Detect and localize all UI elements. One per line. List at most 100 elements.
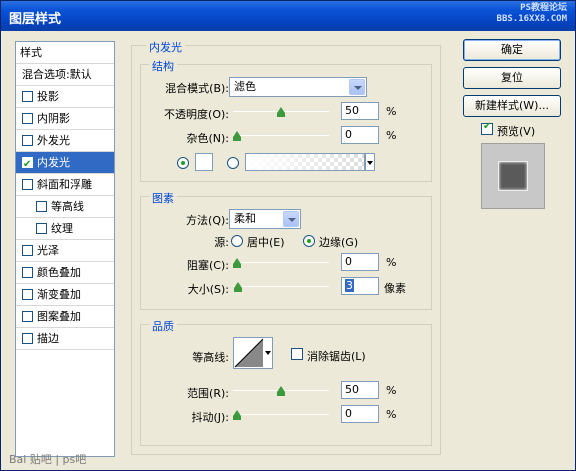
opacity-input[interactable]: 50 xyxy=(341,102,379,120)
range-slider-thumb[interactable] xyxy=(277,386,285,396)
watermark: PS教程论坛 BBS.16XX8.COM xyxy=(497,3,567,25)
sidebar-item[interactable]: 渐变叠加 xyxy=(16,284,114,306)
antialias-checkbox[interactable] xyxy=(291,348,303,360)
jitter-slider-thumb[interactable] xyxy=(233,410,241,420)
opacity-slider[interactable] xyxy=(233,107,329,117)
range-input[interactable]: 50 xyxy=(341,381,379,399)
noise-label: 杂色(N): xyxy=(186,132,229,145)
choke-slider-track xyxy=(233,262,329,263)
glow-color-swatch[interactable] xyxy=(195,153,213,171)
layer-style-dialog: 图层样式 PS教程论坛 BBS.16XX8.COM 样式 混合选项:默认投影 内阴… xyxy=(0,0,576,471)
size-slider-thumb[interactable] xyxy=(234,282,242,292)
antialias-label[interactable]: 消除锯齿(L) xyxy=(307,348,366,364)
choke-input[interactable]: 0 xyxy=(341,253,379,271)
jitter-slider[interactable] xyxy=(233,410,329,420)
sidebar-item-checkbox[interactable] xyxy=(22,134,33,146)
noise-input[interactable]: 0 xyxy=(341,126,379,144)
jitter-unit: % xyxy=(386,408,397,421)
sidebar-item-checkbox[interactable] xyxy=(22,90,33,102)
source-center-radio[interactable] xyxy=(231,235,243,247)
contour-label: 等高线: xyxy=(192,351,229,364)
choke-slider-thumb[interactable] xyxy=(233,258,241,268)
sidebar-item[interactable]: 斜面和浮雕 xyxy=(16,174,114,196)
sidebar-item-label: 内发光 xyxy=(37,156,70,169)
sidebar-item-label: 描边 xyxy=(37,332,59,345)
opacity-label: 不透明度(O): xyxy=(164,108,229,121)
chevron-down-icon xyxy=(265,351,271,355)
sidebar-item[interactable]: 内发光 xyxy=(16,152,114,176)
preview-checkbox[interactable]: ✔ xyxy=(481,121,493,135)
elements-group: 图素 方法(Q): 柔和 源: 居中(E) 边缘(G) 阻塞(C): 0 % 大… xyxy=(140,190,432,310)
blend-mode-label: 混合模式(B): xyxy=(165,82,229,95)
style-list: 样式 混合选项:默认投影内阴影外发光内发光斜面和浮雕等高线纹理光泽颜色叠加渐变叠… xyxy=(15,41,115,457)
quality-group: 品质 等高线: 消除锯齿(L) 范围(R): 50 % 抖动(J): 0 % xyxy=(140,318,432,446)
source-edge-radio[interactable] xyxy=(303,235,315,247)
sidebar-item-label: 混合选项:默认 xyxy=(22,68,92,81)
style-list-header[interactable]: 样式 xyxy=(16,42,114,64)
window-title: 图层样式 xyxy=(9,12,62,27)
sidebar-item[interactable]: 投影 xyxy=(16,86,114,108)
sidebar-item-label: 斜面和浮雕 xyxy=(37,178,92,191)
sidebar-item[interactable]: 内阴影 xyxy=(16,108,114,130)
sidebar-item[interactable]: 描边 xyxy=(16,328,114,350)
gradient-dropdown[interactable] xyxy=(365,153,375,171)
noise-unit: % xyxy=(386,129,397,142)
solid-color-radio[interactable] xyxy=(177,157,189,169)
opacity-unit: % xyxy=(386,105,397,118)
method-select[interactable]: 柔和 xyxy=(229,209,301,229)
ok-button[interactable]: 确定 xyxy=(463,39,561,61)
source-edge-label[interactable]: 边缘(G) xyxy=(319,234,358,250)
sidebar-item-checkbox[interactable] xyxy=(36,200,47,212)
glow-gradient-swatch[interactable] xyxy=(245,153,365,171)
sidebar-item-checkbox[interactable] xyxy=(22,332,33,344)
preview-label[interactable]: 预览(V) xyxy=(497,123,535,139)
jitter-slider-track xyxy=(233,414,329,415)
new-style-button[interactable]: 新建样式(W)... xyxy=(463,95,561,117)
sidebar-item-label: 颜色叠加 xyxy=(37,266,81,279)
size-input[interactable]: 3 xyxy=(341,277,379,295)
sidebar-item-checkbox[interactable] xyxy=(22,288,33,300)
sidebar-item[interactable]: 等高线 xyxy=(16,196,114,218)
sidebar-item-checkbox[interactable] xyxy=(22,266,33,278)
chevron-down-icon xyxy=(367,161,373,165)
gradient-radio[interactable] xyxy=(227,157,239,169)
sidebar-item-checkbox[interactable] xyxy=(22,178,33,190)
sidebar-item[interactable]: 外发光 xyxy=(16,130,114,152)
blend-mode-select[interactable]: 滤色 xyxy=(229,77,367,97)
chevron-down-icon xyxy=(283,211,299,227)
sidebar-item-checkbox[interactable] xyxy=(22,244,33,256)
choke-slider[interactable] xyxy=(233,258,329,268)
footer-watermark: Bai 贴吧 | ps吧 xyxy=(9,453,87,466)
title-bar: 图层样式 PS教程论坛 BBS.16XX8.COM xyxy=(1,1,575,31)
sidebar-item[interactable]: 颜色叠加 xyxy=(16,262,114,284)
sidebar-item[interactable]: 光泽 xyxy=(16,240,114,262)
sidebar-item[interactable]: 混合选项:默认 xyxy=(16,64,114,86)
noise-slider-thumb[interactable] xyxy=(233,131,241,141)
reset-button[interactable]: 复位 xyxy=(463,67,561,89)
choke-unit: % xyxy=(386,256,397,269)
sidebar-item-checkbox[interactable] xyxy=(22,310,33,322)
sidebar-item-checkbox[interactable] xyxy=(36,222,47,234)
opacity-slider-thumb[interactable] xyxy=(277,107,285,117)
structure-group: 结构 混合模式(B): 滤色 不透明度(O): 50 % 杂色(N): 0 % xyxy=(140,58,432,182)
source-center-label[interactable]: 居中(E) xyxy=(247,234,285,250)
sidebar-item-label: 纹理 xyxy=(51,222,73,235)
range-slider[interactable] xyxy=(233,386,329,396)
inner-glow-group: 内发光 结构 混合模式(B): 滤色 不透明度(O): 50 % 杂色(N): xyxy=(131,39,441,455)
jitter-label: 抖动(J): xyxy=(191,411,229,424)
sidebar-item[interactable]: 图案叠加 xyxy=(16,306,114,328)
sidebar-item[interactable]: 纹理 xyxy=(16,218,114,240)
contour-picker[interactable] xyxy=(233,337,273,369)
chevron-down-icon xyxy=(349,79,365,95)
style-preview xyxy=(481,143,545,209)
range-unit: % xyxy=(386,384,397,397)
sidebar-item-checkbox[interactable] xyxy=(22,154,33,176)
watermark-line1: PS教程论坛 xyxy=(520,3,567,13)
size-slider[interactable] xyxy=(233,282,329,292)
size-label: 大小(S): xyxy=(187,283,229,296)
sidebar-item-checkbox[interactable] xyxy=(22,112,33,124)
preview-swatch xyxy=(498,161,528,191)
noise-slider[interactable] xyxy=(233,131,329,141)
blend-mode-value: 滤色 xyxy=(234,80,256,93)
jitter-input[interactable]: 0 xyxy=(341,405,379,423)
